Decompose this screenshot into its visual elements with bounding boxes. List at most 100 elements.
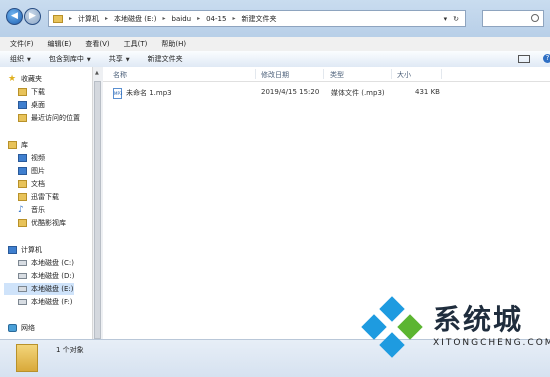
back-button[interactable]: ◀ (6, 8, 23, 25)
pictures-library-icon (18, 167, 27, 175)
menu-tools[interactable]: 工具(T) (124, 39, 148, 49)
column-header-name[interactable]: 名称 (113, 70, 127, 80)
breadcrumb-computer[interactable]: 计算机 (78, 14, 99, 24)
folder-icon (16, 344, 38, 372)
navigation-pane: ★ 收藏夹 下载 桌面 最近访问的位置 库 视频 图片 文档 迅雷下载 ♪ 音乐… (0, 67, 92, 339)
new-folder-button[interactable]: 新建文件夹 (148, 54, 183, 64)
folder-icon (53, 14, 63, 23)
column-header-type[interactable]: 类型 (330, 70, 344, 80)
column-divider[interactable] (441, 69, 442, 79)
sidebar-item-pictures[interactable]: 图片 (18, 165, 45, 177)
music-note-icon: ♪ (18, 205, 24, 215)
file-size: 431 KB (415, 88, 440, 96)
sidebar-item-network[interactable]: 网络 (8, 322, 35, 334)
chevron-right-icon: ▸ (162, 15, 166, 22)
organize-label: 组织 (10, 55, 24, 63)
sidebar-item-label: 桌面 (31, 101, 45, 109)
menu-view[interactable]: 查看(V) (85, 39, 109, 49)
chevron-right-icon: ▸ (197, 15, 201, 22)
forward-button[interactable]: ▶ (24, 8, 41, 25)
library-icon (8, 141, 17, 149)
sidebar-item-xunlei-downloads[interactable]: 迅雷下载 (18, 191, 59, 203)
table-row[interactable]: MP3 未命名 1.mp3 2019/4/15 15:20 媒体文件 (.mp3… (109, 86, 543, 99)
sidebar-item-recent-places[interactable]: 最近访问的位置 (18, 112, 80, 124)
address-bar[interactable]: ▸ 计算机 ▸ 本地磁盘 (E:) ▸ baidu ▸ 04-15 ▸ 新建文件… (48, 10, 466, 27)
menu-edit[interactable]: 编辑(E) (48, 39, 72, 49)
sidebar-item-drive-e[interactable]: 本地磁盘 (E:) (4, 283, 74, 295)
sidebar-item-drive-f[interactable]: 本地磁盘 (F:) (18, 296, 73, 308)
menu-bar: 文件(F) 编辑(E) 查看(V) 工具(T) 帮助(H) (0, 37, 550, 51)
help-icon[interactable]: ? (543, 54, 550, 63)
share-label: 共享 (108, 55, 123, 63)
chevron-right-icon: ▸ (69, 15, 73, 22)
sidebar-item-youku-library[interactable]: 优酷影视库 (18, 217, 66, 229)
logo-diamond-left (361, 314, 387, 340)
scrollbar-thumb[interactable] (94, 81, 101, 339)
menu-file[interactable]: 文件(F) (10, 39, 34, 49)
watermark-subtitle: XITONGCHENG.COM (433, 338, 550, 348)
sidebar-item-label: 最近访问的位置 (31, 114, 80, 122)
share-button[interactable]: 共享 ▼ (109, 54, 130, 64)
file-type: 媒体文件 (.mp3) (331, 89, 385, 97)
sidebar-item-label: 本地磁盘 (D:) (31, 272, 75, 280)
hard-drive-icon (18, 273, 27, 279)
watermark-logo: 系统城 XITONGCHENG.COM (357, 296, 550, 368)
sidebar-item-label: 收藏夹 (21, 75, 42, 83)
sidebar-item-label: 下载 (31, 88, 45, 96)
chevron-right-icon: ▸ (105, 15, 109, 22)
dropdown-arrow-icon: ▼ (86, 57, 91, 63)
breadcrumb-new-folder[interactable]: 新建文件夹 (241, 14, 276, 24)
video-library-icon (18, 154, 27, 162)
recent-places-icon (18, 114, 27, 122)
include-library-button[interactable]: 包含到库中 ▼ (49, 54, 91, 64)
hard-drive-icon (18, 260, 27, 266)
logo-diamond-right (397, 314, 423, 340)
refresh-icon[interactable]: ↻ (453, 15, 459, 23)
sidebar-item-label: 优酷影视库 (31, 219, 66, 227)
dropdown-arrow-icon: ▼ (125, 57, 130, 63)
menu-help[interactable]: 帮助(H) (161, 39, 186, 49)
sidebar-item-music[interactable]: ♪ 音乐 (18, 204, 45, 216)
breadcrumb-baidu[interactable]: baidu (172, 15, 192, 23)
column-header-row: 名称 修改日期 类型 大小 (103, 67, 550, 82)
column-header-size[interactable]: 大小 (397, 70, 411, 80)
sidebar-item-drive-d[interactable]: 本地磁盘 (D:) (18, 270, 74, 282)
column-divider[interactable] (323, 69, 324, 79)
breadcrumb-drive-e[interactable]: 本地磁盘 (E:) (114, 14, 156, 24)
sidebar-item-label: 计算机 (21, 246, 42, 254)
organize-button[interactable]: 组织 ▼ (10, 54, 31, 64)
search-input[interactable] (482, 10, 544, 27)
column-divider[interactable] (255, 69, 256, 79)
sidebar-item-downloads[interactable]: 下载 (18, 86, 45, 98)
sidebar-item-label: 库 (21, 141, 28, 149)
sidebar-item-label: 图片 (31, 167, 45, 175)
download-folder-icon (18, 88, 27, 96)
logo-diamond-top (379, 296, 405, 322)
computer-icon (8, 246, 17, 254)
file-name: 未命名 1.mp3 (126, 89, 172, 97)
sidebar-item-desktop[interactable]: 桌面 (18, 99, 45, 111)
sidebar-item-computer[interactable]: 计算机 (8, 244, 42, 256)
include-library-label: 包含到库中 (48, 55, 84, 63)
toolbar: 组织 ▼ 包含到库中 ▼ 共享 ▼ 新建文件夹 ? (0, 51, 550, 68)
sidebar-item-label: 迅雷下载 (31, 193, 59, 201)
sidebar-item-label: 本地磁盘 (E:) (31, 285, 74, 293)
breadcrumb-04-15[interactable]: 04-15 (206, 15, 226, 23)
view-options-icon[interactable] (518, 55, 530, 63)
folder-icon (18, 219, 27, 227)
sidebar-item-favorites[interactable]: ★ 收藏夹 (8, 73, 42, 85)
sidebar-item-videos[interactable]: 视频 (18, 152, 45, 164)
sidebar-item-label: 音乐 (31, 206, 45, 214)
star-icon: ★ (8, 74, 17, 84)
scroll-up-icon[interactable]: ▲ (95, 70, 99, 76)
dropdown-arrow-icon[interactable]: ▾ (444, 15, 448, 23)
sidebar-item-documents[interactable]: 文档 (18, 178, 45, 190)
column-divider[interactable] (391, 69, 392, 79)
chevron-right-icon: ▸ (232, 15, 236, 22)
search-icon (531, 14, 539, 22)
column-header-modified[interactable]: 修改日期 (261, 70, 289, 80)
sidebar-item-drive-c[interactable]: 本地磁盘 (C:) (18, 257, 74, 269)
sidebar-item-library[interactable]: 库 (8, 139, 28, 151)
sidebar-item-label: 视频 (31, 154, 45, 162)
sidebar-scrollbar[interactable]: ▲ (92, 67, 103, 339)
